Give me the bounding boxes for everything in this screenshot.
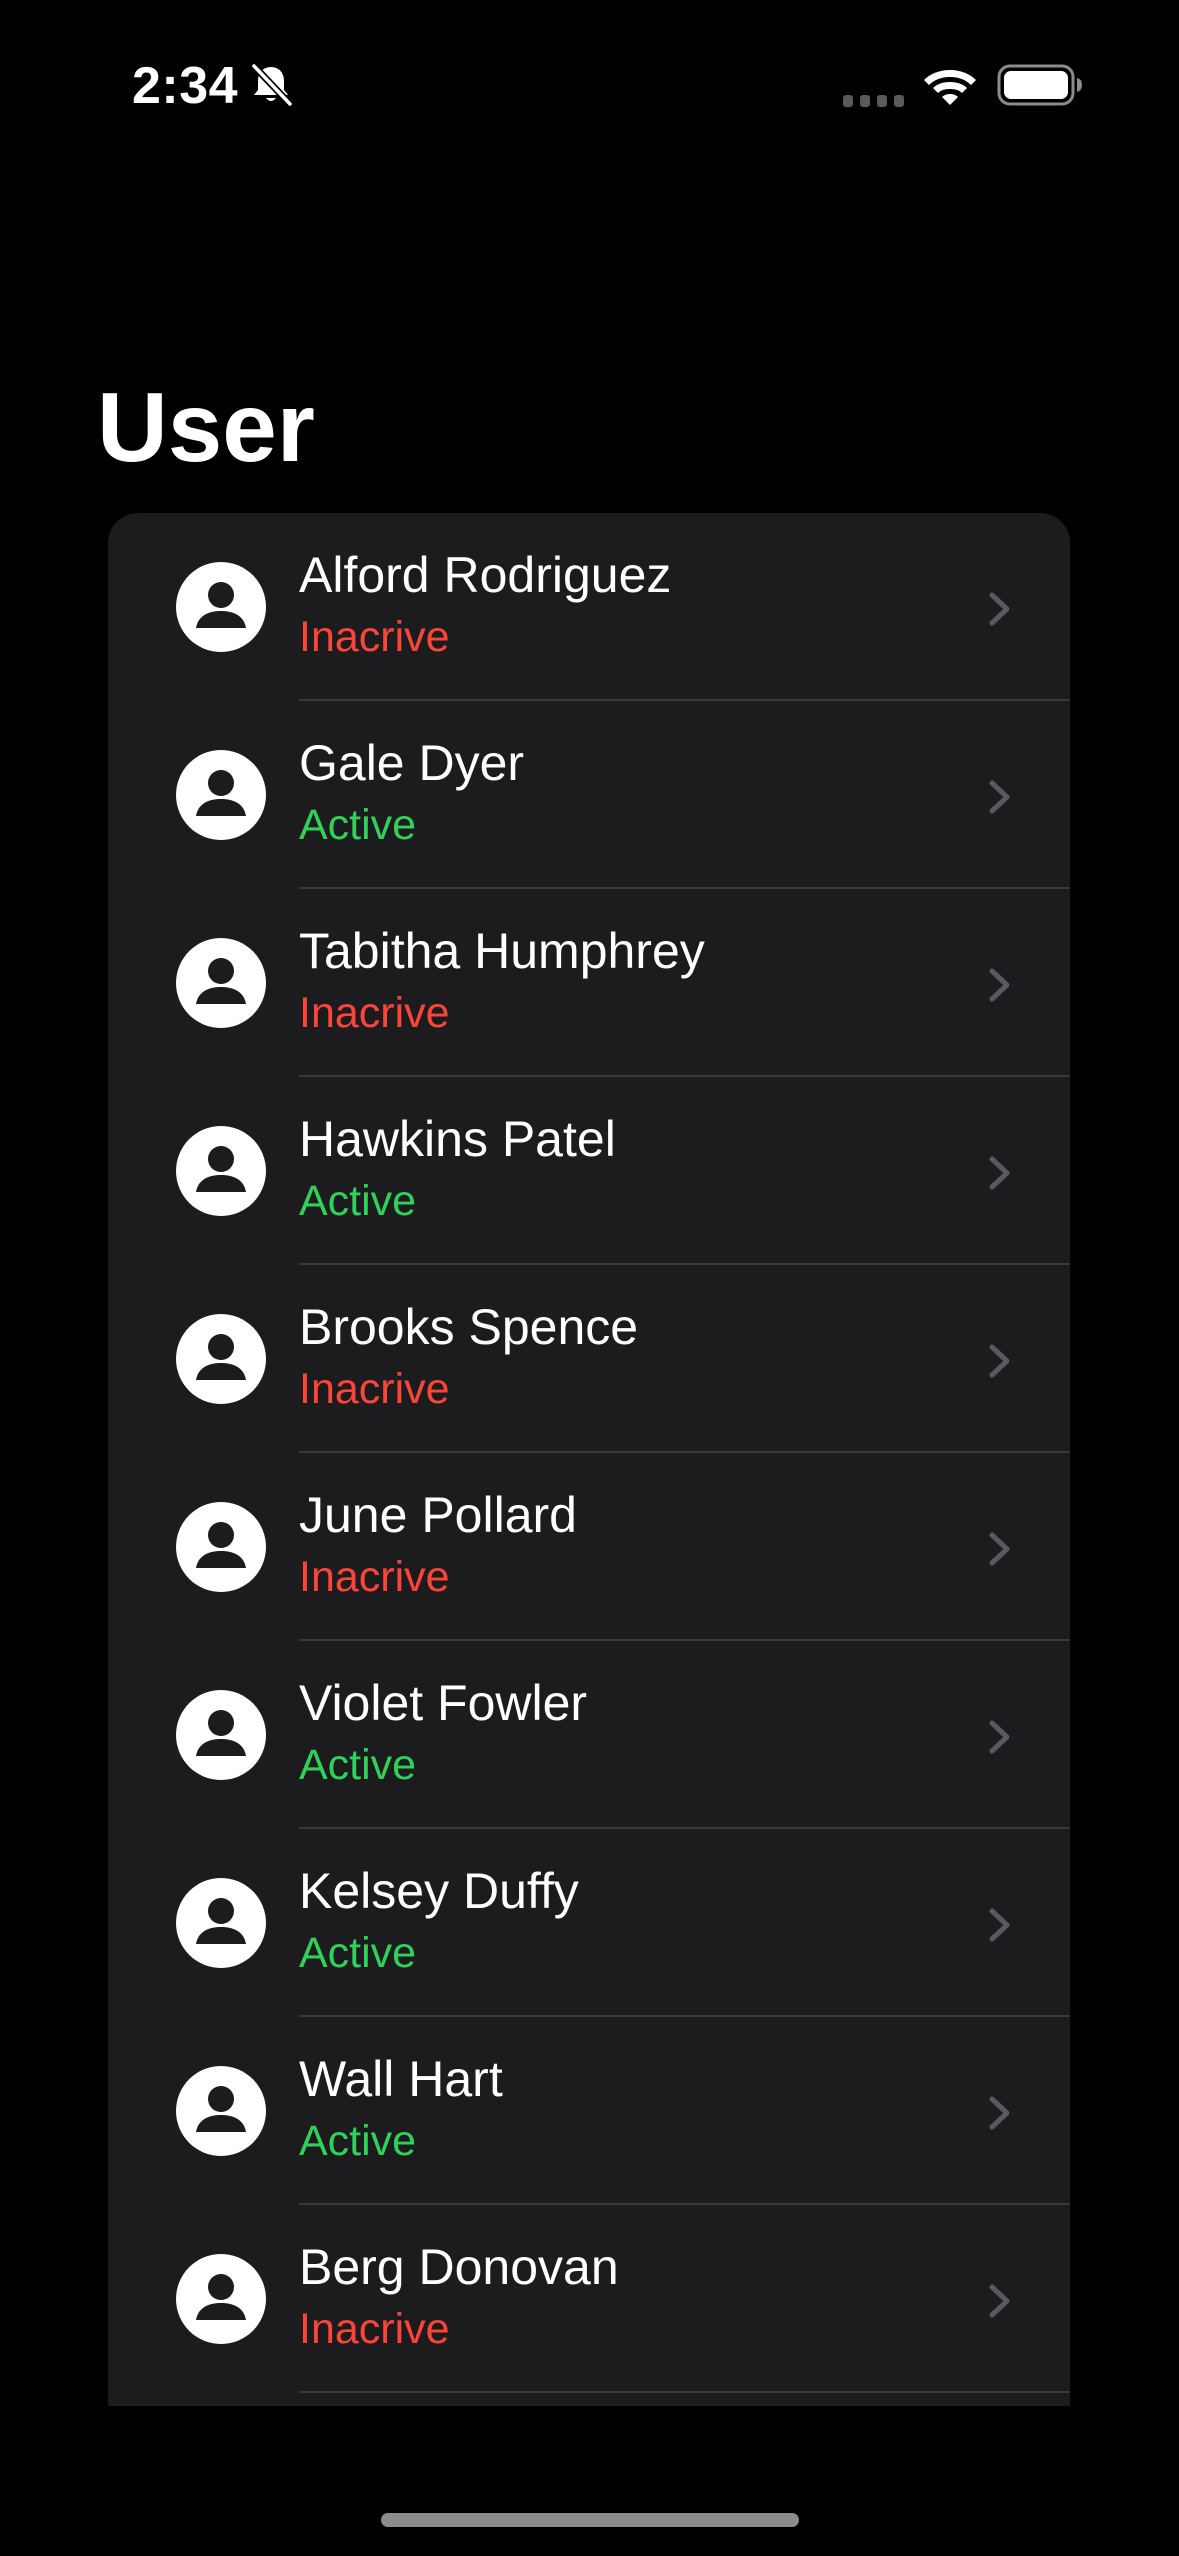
user-status: Inacrive — [299, 1553, 450, 1601]
home-indicator[interactable] — [381, 2513, 799, 2527]
user-row[interactable]: Gale Dyer Active — [108, 701, 1070, 889]
chevron-right-icon — [989, 1532, 1010, 1566]
user-name: Alford Rodriguez — [299, 547, 672, 603]
user-name: June Pollard — [299, 1487, 577, 1543]
person-circle-icon — [176, 750, 266, 840]
user-status: Inacrive — [299, 2305, 450, 2353]
chevron-right-icon — [989, 1908, 1010, 1942]
user-row[interactable]: Wall Hart Active — [108, 2017, 1070, 2205]
chevron-right-icon — [989, 592, 1010, 626]
page-title: User — [97, 372, 315, 482]
user-list: Alford Rodriguez Inacrive Gale Dyer Active T… — [108, 513, 1070, 2406]
user-status: Inacrive — [299, 989, 450, 1037]
user-name: Violet Fowler — [299, 1675, 588, 1731]
user-status: Active — [299, 2117, 417, 2165]
user-name: Berg Donovan — [299, 2239, 619, 2295]
status-time: 2:34 — [132, 57, 239, 115]
status-bar: 2:34 — [0, 0, 1179, 170]
user-name: Tabitha Humphrey — [299, 923, 705, 979]
user-row[interactable]: Berg Donovan Inacrive — [108, 2205, 1070, 2393]
chevron-right-icon — [989, 1720, 1010, 1754]
person-circle-icon — [176, 1690, 266, 1780]
user-status: Active — [299, 1929, 417, 1977]
user-name: Kelsey Duffy — [299, 1863, 579, 1919]
user-status: Active — [299, 801, 417, 849]
user-name: Gale Dyer — [299, 735, 525, 791]
bell-slash-icon — [251, 63, 293, 107]
user-name: Wall Hart — [299, 2051, 503, 2107]
chevron-right-icon — [989, 968, 1010, 1002]
person-circle-icon — [176, 1126, 266, 1216]
user-row[interactable]: Violet Fowler Active — [108, 1641, 1070, 1829]
chevron-right-icon — [989, 1344, 1010, 1378]
battery-icon — [997, 64, 1082, 106]
user-status: Active — [299, 1741, 417, 1789]
chevron-right-icon — [989, 2284, 1010, 2318]
user-row[interactable]: Alford Rodriguez Inacrive — [108, 513, 1070, 701]
wifi-icon — [924, 70, 976, 105]
person-circle-icon — [176, 1314, 266, 1404]
user-name: Brooks Spence — [299, 1299, 639, 1355]
cellular-signal-icon — [843, 95, 904, 107]
person-circle-icon — [176, 938, 266, 1028]
person-circle-icon — [176, 2066, 266, 2156]
person-circle-icon — [176, 1502, 266, 1592]
chevron-right-icon — [989, 1156, 1010, 1190]
chevron-right-icon — [989, 2096, 1010, 2130]
user-row[interactable]: Kelsey Duffy Active — [108, 1829, 1070, 2017]
row-separator — [299, 2391, 1070, 2393]
user-status: Inacrive — [299, 1365, 450, 1413]
chevron-right-icon — [989, 780, 1010, 814]
person-circle-icon — [176, 1878, 266, 1968]
user-status: Active — [299, 1177, 417, 1225]
user-row[interactable]: June Pollard Inacrive — [108, 1453, 1070, 1641]
user-row[interactable]: Tabitha Humphrey Inacrive — [108, 889, 1070, 1077]
person-circle-icon — [176, 2254, 266, 2344]
user-name: Hawkins Patel — [299, 1111, 616, 1167]
user-row[interactable]: Hawkins Patel Active — [108, 1077, 1070, 1265]
user-status: Inacrive — [299, 613, 450, 661]
user-row[interactable]: Brooks Spence Inacrive — [108, 1265, 1070, 1453]
person-circle-icon — [176, 562, 266, 652]
